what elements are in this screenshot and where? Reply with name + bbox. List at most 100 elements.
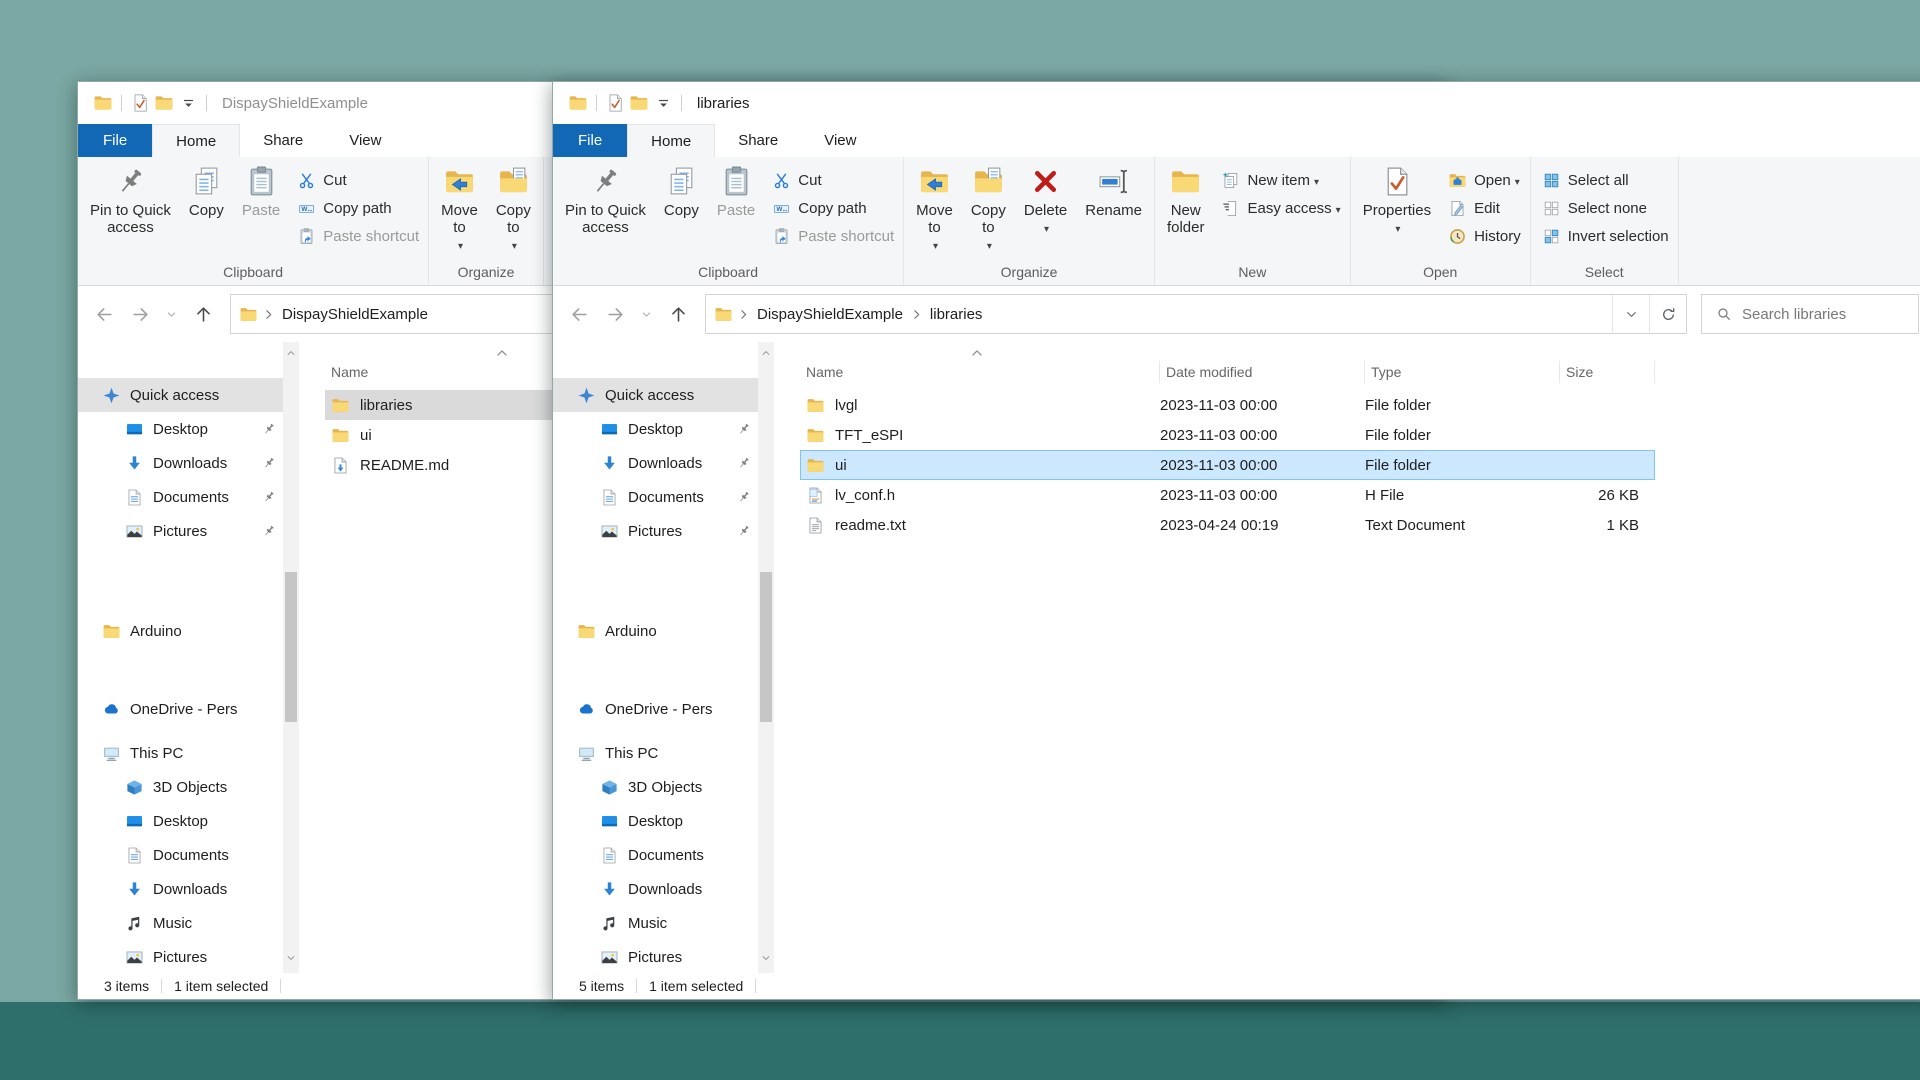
sidebar-item-downloads[interactable]: Downloads [553,446,758,480]
tab-home[interactable]: Home [152,124,240,157]
scrollbar-thumb[interactable] [285,572,297,722]
copy-path-button[interactable]: Copy path [772,194,894,222]
qat-customize-button[interactable] [651,91,675,115]
delete-button[interactable]: Delete [1015,160,1076,238]
edit-button[interactable]: Edit [1448,194,1521,222]
back-button[interactable] [95,305,114,324]
scroll-up-icon[interactable] [761,348,771,358]
tab-view[interactable]: View [801,124,879,157]
sidebar-item-documents-pc[interactable]: Documents [78,838,283,872]
sidebar-item-onedrive[interactable]: OneDrive - Pers [78,692,283,726]
up-button[interactable] [194,305,213,324]
sidebar-item-arduino[interactable]: Arduino [78,614,283,648]
column-header-type[interactable]: Type [1365,361,1560,383]
sidebar-item-music[interactable]: Music [78,906,283,940]
select-all-button[interactable]: Select all [1542,166,1669,194]
forward-button[interactable] [606,305,625,324]
file-row-tft-espi[interactable]: TFT_eSPI 2023-11-03 00:00 File folder [800,420,1655,450]
sidebar-item-pictures[interactable]: Pictures [78,514,283,548]
qat-folder-button[interactable] [91,91,115,115]
tab-share[interactable]: Share [715,124,801,157]
sidebar-scrollbar[interactable] [283,342,299,973]
recent-locations-button[interactable] [166,309,177,320]
file-row-lv-conf-h[interactable]: lv_conf.h 2023-11-03 00:00 H File 26 KB [800,480,1655,510]
cut-button[interactable]: Cut [297,166,419,194]
move-to-button[interactable]: Moveto [907,160,962,255]
tab-file[interactable]: File [553,124,627,157]
file-row-lvgl[interactable]: lvgl 2023-11-03 00:00 File folder [800,390,1655,420]
sidebar-item-pictures[interactable]: Pictures [553,514,758,548]
invert-selection-button[interactable]: Invert selection [1542,222,1669,250]
paste-shortcut-button[interactable]: Paste shortcut [772,222,894,250]
copy-to-button[interactable]: Copyto [487,160,540,255]
sidebar-item-pictures-pc[interactable]: Pictures [78,940,283,973]
paste-button[interactable]: Paste [708,160,764,219]
pin-to-quick-access-button[interactable]: Pin to Quickaccess [81,160,180,236]
qat-folder-button[interactable] [566,91,590,115]
sidebar-item-pictures-pc[interactable]: Pictures [553,940,758,973]
sidebar-item-music[interactable]: Music [553,906,758,940]
copy-to-button[interactable]: Copyto [962,160,1015,255]
sidebar-item-3d-objects[interactable]: 3D Objects [553,770,758,804]
qat-new-folder-button[interactable] [627,91,651,115]
file-row-readme-txt[interactable]: readme.txt 2023-04-24 00:19 Text Documen… [800,510,1655,540]
new-item-button[interactable]: New item [1221,166,1340,194]
tab-share[interactable]: Share [240,124,326,157]
sidebar-item-documents[interactable]: Documents [553,480,758,514]
open-button[interactable]: Open [1448,166,1521,194]
scroll-up-icon[interactable] [286,348,296,358]
up-button[interactable] [669,305,688,324]
tab-file[interactable]: File [78,124,152,157]
sidebar-item-desktop[interactable]: Desktop [553,412,758,446]
copy-button[interactable]: Copy [180,160,233,219]
tab-view[interactable]: View [326,124,404,157]
sidebar-item-documents[interactable]: Documents [78,480,283,514]
qat-properties-button[interactable] [603,91,627,115]
move-to-button[interactable]: Moveto [432,160,487,255]
search-box[interactable] [1701,294,1919,334]
column-header-size[interactable]: Size [1560,361,1655,383]
sidebar-item-documents-pc[interactable]: Documents [553,838,758,872]
sidebar-item-quick-access[interactable]: Quick access [78,378,283,412]
scroll-down-icon[interactable] [761,953,771,963]
paste-shortcut-button[interactable]: Paste shortcut [297,222,419,250]
sidebar-item-3d-objects[interactable]: 3D Objects [78,770,283,804]
qat-properties-button[interactable] [128,91,152,115]
search-input[interactable] [1742,306,1918,323]
file-row-ui[interactable]: ui 2023-11-03 00:00 File folder [800,450,1655,480]
tab-home[interactable]: Home [627,124,715,157]
history-button[interactable]: History [1448,222,1521,250]
sidebar-item-downloads-pc[interactable]: Downloads [553,872,758,906]
breadcrumb-segment[interactable]: libraries [930,306,983,323]
sidebar-item-desktop-pc[interactable]: Desktop [78,804,283,838]
forward-button[interactable] [131,305,150,324]
easy-access-button[interactable]: Easy access [1221,194,1340,222]
copy-button[interactable]: Copy [655,160,708,219]
address-bar[interactable]: DispayShieldExample libraries [705,294,1687,334]
pin-to-quick-access-button[interactable]: Pin to Quickaccess [556,160,655,236]
sidebar-item-desktop-pc[interactable]: Desktop [553,804,758,838]
scroll-down-icon[interactable] [286,953,296,963]
breadcrumb-segment[interactable]: DispayShieldExample [757,306,903,323]
sidebar-item-this-pc[interactable]: This PC [553,736,758,770]
paste-button[interactable]: Paste [233,160,289,219]
scrollbar-thumb[interactable] [760,572,772,722]
address-dropdown-button[interactable] [1612,295,1649,333]
sidebar-item-downloads-pc[interactable]: Downloads [78,872,283,906]
column-header-date-modified[interactable]: Date modified [1160,361,1365,383]
qat-new-folder-button[interactable] [152,91,176,115]
refresh-button[interactable] [1649,295,1686,333]
sidebar-item-downloads[interactable]: Downloads [78,446,283,480]
sidebar-scrollbar[interactable] [758,342,774,973]
sidebar-item-arduino[interactable]: Arduino [553,614,758,648]
sidebar-item-quick-access[interactable]: Quick access [553,378,758,412]
breadcrumb-segment[interactable]: DispayShieldExample [282,306,428,323]
rename-button[interactable]: Rename [1076,160,1151,219]
sidebar-item-desktop[interactable]: Desktop [78,412,283,446]
back-button[interactable] [570,305,589,324]
qat-customize-button[interactable] [176,91,200,115]
cut-button[interactable]: Cut [772,166,894,194]
select-none-button[interactable]: Select none [1542,194,1669,222]
sidebar-item-onedrive[interactable]: OneDrive - Pers [553,692,758,726]
sidebar-item-this-pc[interactable]: This PC [78,736,283,770]
